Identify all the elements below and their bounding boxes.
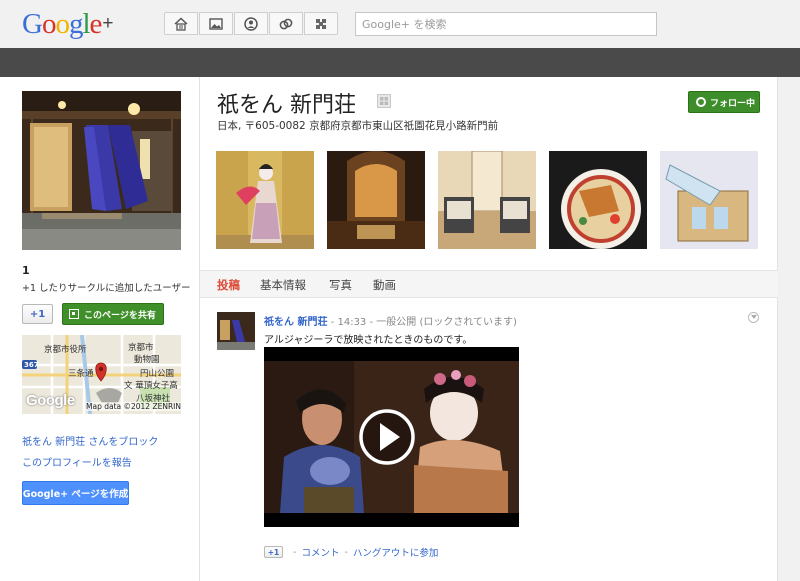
tab-videos[interactable]: 動画 [373,277,396,293]
video-player[interactable] [264,347,519,527]
home-icon[interactable] [164,12,198,35]
post-actions: +1 - コメント - ハングアウトに参加 [264,545,438,559]
tab-posts[interactable]: 投稿 [217,277,240,293]
photo-strip [216,151,758,249]
games-icon[interactable] [304,12,338,35]
map-label: 文 華頂女子高 [124,381,178,391]
page-title: 祇をん 新門荘 [217,93,356,118]
profile-tabs: 投稿 基本情報 写真 動画 [200,270,778,298]
circles-icon[interactable] [269,12,303,35]
create-page-button[interactable]: Google+ ページを作成 [22,481,129,505]
photo-thumbnail[interactable] [660,151,758,249]
share-page-button[interactable]: このページを共有 [62,303,164,325]
circle-icon [696,97,706,107]
map-label: 京都市 [128,343,154,353]
map-label: 円山公園 [140,369,175,379]
map-google-logo: Google [26,392,75,409]
left-sidebar: 1 +1 したりサークルに追加したユーザー +1 このページを共有 367 京都… [0,77,200,581]
block-page-link[interactable]: 祇をん 新門荘 さんをブロック [22,433,158,448]
tab-photos[interactable]: 写真 [329,277,352,293]
main-panel: 祇をん 新門荘 日本, 〒605-0082 京都府京都市東山区祇園花見小路新門前… [200,77,778,581]
route-badge: 367 [24,361,39,369]
plus-one-button[interactable]: +1 [22,304,53,324]
page-address: 日本, 〒605-0082 京都府京都市東山区祇園花見小路新門前 [217,120,499,132]
post-visibility[interactable]: 一般公開 (ロックされています) [376,317,517,328]
post-author[interactable]: 祇をん 新門荘 [264,317,327,328]
create-page-label: Google+ ページを作成 [22,489,129,500]
photo-thumbnail[interactable] [438,151,536,249]
follow-button[interactable]: フォロー中 [688,91,760,113]
profile-icon[interactable] [234,12,268,35]
hangout-link[interactable]: ハングアウトに参加 [353,545,439,559]
map-label: 動物園 [134,355,160,365]
profile-photo[interactable] [22,91,181,250]
location-map[interactable]: 367 京都市役所 京都市 動物園 三条通 文 華頂女子高 円山公園 八坂神社 … [22,335,181,414]
share-icon [69,309,79,319]
post-time[interactable]: 14:33 [337,317,366,328]
post-text: アルジャジーラで放映されたときのものです。 [264,335,473,346]
avatar[interactable] [217,312,255,350]
top-bar: Google+ [0,0,800,48]
map-credit: Map data ©2012 ZENRIN [86,402,181,411]
post-options-icon[interactable] [748,312,759,323]
report-profile-link[interactable]: このプロフィールを報告 [22,454,132,469]
tab-about[interactable]: 基本情報 [260,277,306,293]
comment-link[interactable]: コメント [301,545,339,559]
map-label: 三条通 [68,369,94,379]
post-plus-one-button[interactable]: +1 [264,546,283,558]
share-button-label: このページを共有 [84,310,156,321]
photo-thumbnail[interactable] [327,151,425,249]
plus-count: 1 [22,264,30,277]
plus-count-description: +1 したりサークルに追加したユーザー [22,283,191,294]
search-input[interactable] [355,12,657,36]
map-label: 京都市役所 [44,345,87,355]
page-content: 1 +1 したりサークルに追加したユーザー +1 このページを共有 367 京都… [0,77,800,581]
plus-one-label: +1 [29,308,46,320]
main-nav [164,12,339,35]
google-plus-logo[interactable]: Google+ [22,8,114,41]
photo-thumbnail[interactable] [549,151,647,249]
follow-label: フォロー中 [710,98,756,109]
google-page-icon [377,94,391,108]
post-header: 祇をん 新門荘 - 14:33 - 一般公開 (ロックされています) [264,317,517,328]
photos-icon[interactable] [199,12,233,35]
navigation-bar [0,48,800,77]
photo-thumbnail[interactable] [216,151,314,249]
